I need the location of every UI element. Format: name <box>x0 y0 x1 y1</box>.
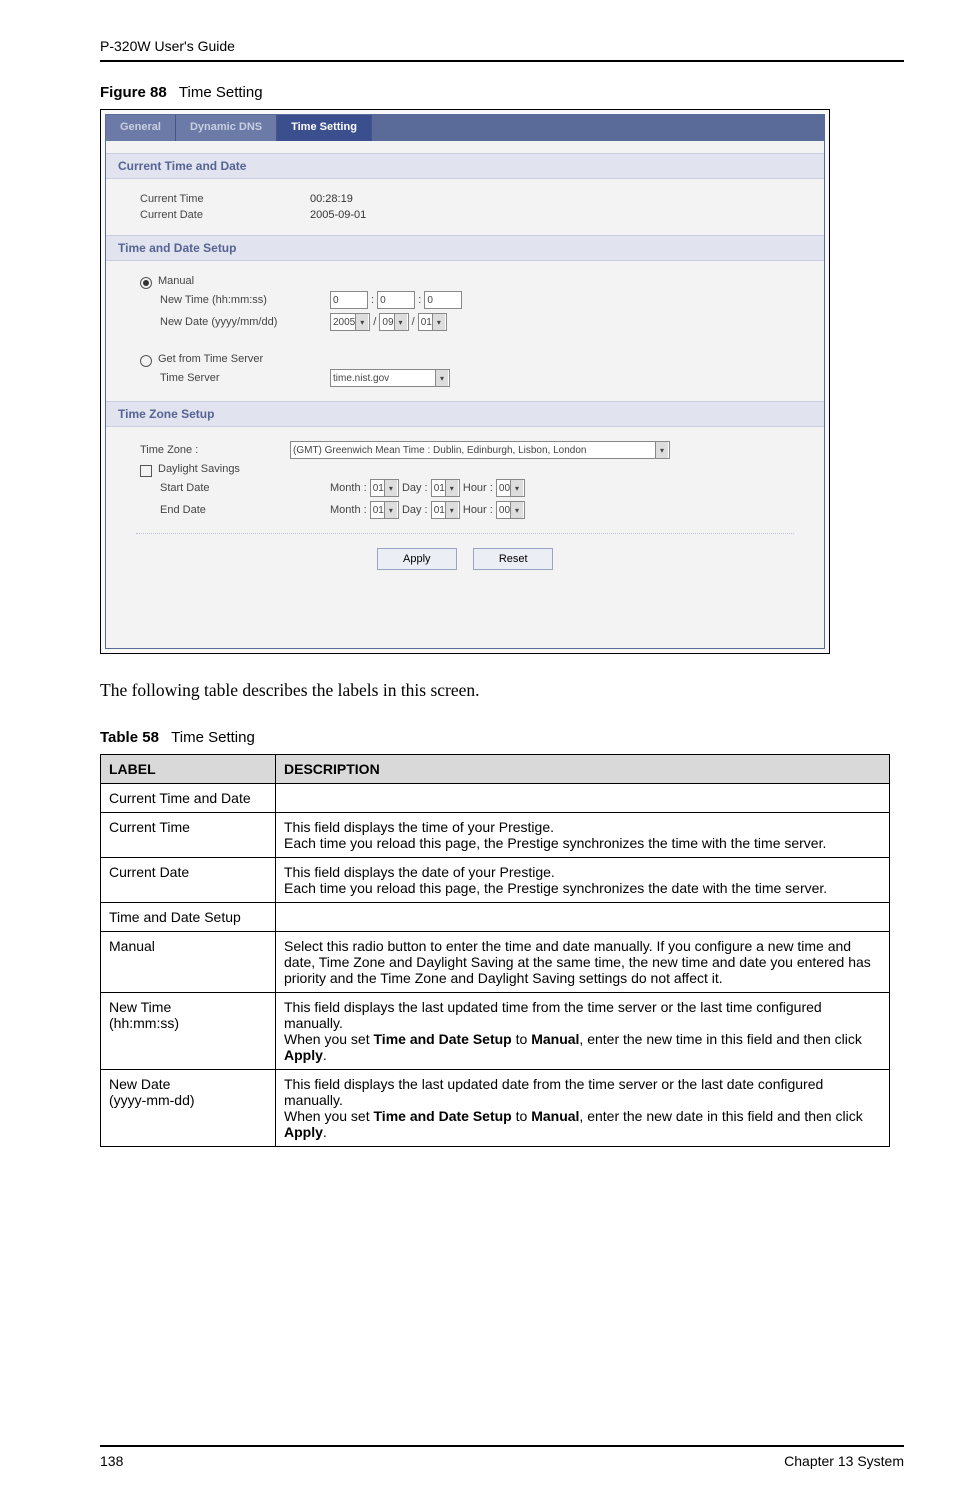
apply-button[interactable]: Apply <box>377 548 457 570</box>
select-end-month[interactable]: 01 <box>370 501 399 519</box>
table-row: ManualSelect this radio button to enter … <box>101 932 890 993</box>
select-end-day[interactable]: 01 <box>431 501 460 519</box>
tab-general[interactable]: General <box>106 115 176 141</box>
figure-caption: Figure 88 Time Setting <box>100 84 904 101</box>
table-row: Current TimeThis field displays the time… <box>101 813 890 858</box>
running-head: P-320W User's Guide <box>100 38 904 62</box>
label-current-date: Current Date <box>140 209 310 221</box>
cell-label: Time and Date Setup <box>101 903 276 932</box>
cell-description: This field displays the last updated tim… <box>276 993 890 1070</box>
select-end-hour[interactable]: 00 <box>496 501 525 519</box>
cell-label: Current Time <box>101 813 276 858</box>
label-get-from-server: Get from Time Server <box>158 353 263 365</box>
radio-manual[interactable] <box>140 277 152 289</box>
table-row: New Date (yyyy-mm-dd)This field displays… <box>101 1070 890 1147</box>
select-time-zone[interactable]: (GMT) Greenwich Mean Time : Dublin, Edin… <box>290 441 670 459</box>
reset-button[interactable]: Reset <box>473 548 553 570</box>
table-row: Current Time and Date <box>101 784 890 813</box>
select-new-date-mm[interactable]: 09 <box>379 313 408 331</box>
figure-title: Time Setting <box>179 84 263 101</box>
label-daylight-savings: Daylight Savings <box>158 463 240 475</box>
table-row: New Time (hh:mm:ss)This field displays t… <box>101 993 890 1070</box>
value-current-time: 00:28:19 <box>310 193 353 205</box>
th-description: DESCRIPTION <box>276 755 890 784</box>
label-time-server: Time Server <box>160 372 330 384</box>
section-tz-title: Time Zone Setup <box>106 401 824 427</box>
label-day-2: Day : <box>402 504 428 516</box>
select-new-date-yyyy[interactable]: 2005 <box>330 313 370 331</box>
screenshot-time-setting: General Dynamic DNS Time Setting Current… <box>100 109 830 654</box>
cell-description: This field displays the time of your Pre… <box>276 813 890 858</box>
label-time-zone: Time Zone : <box>140 444 290 456</box>
cell-description: This field displays the last updated dat… <box>276 1070 890 1147</box>
label-month-2: Month : <box>330 504 367 516</box>
label-new-date: New Date (yyyy/mm/dd) <box>160 316 330 328</box>
label-hour: Hour : <box>463 482 493 494</box>
page-footer: 138 Chapter 13 System <box>100 1445 904 1469</box>
select-start-month[interactable]: 01 <box>370 479 399 497</box>
input-new-time-mm[interactable]: 0 <box>377 291 415 309</box>
label-current-time: Current Time <box>140 193 310 205</box>
select-new-date-dd[interactable]: 01 <box>418 313 447 331</box>
value-current-date: 2005-09-01 <box>310 209 366 221</box>
select-time-server[interactable]: time.nist.gov <box>330 369 450 387</box>
table-caption: Table 58 Time Setting <box>100 729 904 746</box>
tab-bar: General Dynamic DNS Time Setting <box>106 115 824 141</box>
cell-description <box>276 784 890 813</box>
select-start-day[interactable]: 01 <box>431 479 460 497</box>
tab-time-setting[interactable]: Time Setting <box>277 115 372 141</box>
cell-label: New Date (yyyy-mm-dd) <box>101 1070 276 1147</box>
section-current-title: Current Time and Date <box>106 153 824 179</box>
cell-label: Current Time and Date <box>101 784 276 813</box>
cell-description: This field displays the date of your Pre… <box>276 858 890 903</box>
input-new-time-ss[interactable]: 0 <box>424 291 462 309</box>
table-row: Time and Date Setup <box>101 903 890 932</box>
table-number: Table 58 <box>100 729 159 746</box>
th-label: LABEL <box>101 755 276 784</box>
table-title: Time Setting <box>171 729 255 746</box>
cell-label: Current Date <box>101 858 276 903</box>
radio-time-server[interactable] <box>140 355 152 367</box>
cell-label: Manual <box>101 932 276 993</box>
page-number: 138 <box>100 1453 123 1469</box>
label-manual: Manual <box>158 275 194 287</box>
body-text: The following table describes the labels… <box>100 680 904 701</box>
tab-dynamic-dns[interactable]: Dynamic DNS <box>176 115 277 141</box>
label-end-date: End Date <box>160 504 330 516</box>
label-new-time: New Time (hh:mm:ss) <box>160 294 330 306</box>
label-month: Month : <box>330 482 367 494</box>
input-new-time-hh[interactable]: 0 <box>330 291 368 309</box>
label-hour-2: Hour : <box>463 504 493 516</box>
label-start-date: Start Date <box>160 482 330 494</box>
table-row: Current DateThis field displays the date… <box>101 858 890 903</box>
cell-label: New Time (hh:mm:ss) <box>101 993 276 1070</box>
section-setup-title: Time and Date Setup <box>106 235 824 261</box>
select-start-hour[interactable]: 00 <box>496 479 525 497</box>
checkbox-daylight-savings[interactable] <box>140 465 152 477</box>
chapter-title: Chapter 13 System <box>784 1453 904 1469</box>
label-day: Day : <box>402 482 428 494</box>
table-time-setting: LABEL DESCRIPTION Current Time and DateC… <box>100 754 890 1147</box>
cell-description: Select this radio button to enter the ti… <box>276 932 890 993</box>
cell-description <box>276 903 890 932</box>
figure-number: Figure 88 <box>100 84 167 101</box>
